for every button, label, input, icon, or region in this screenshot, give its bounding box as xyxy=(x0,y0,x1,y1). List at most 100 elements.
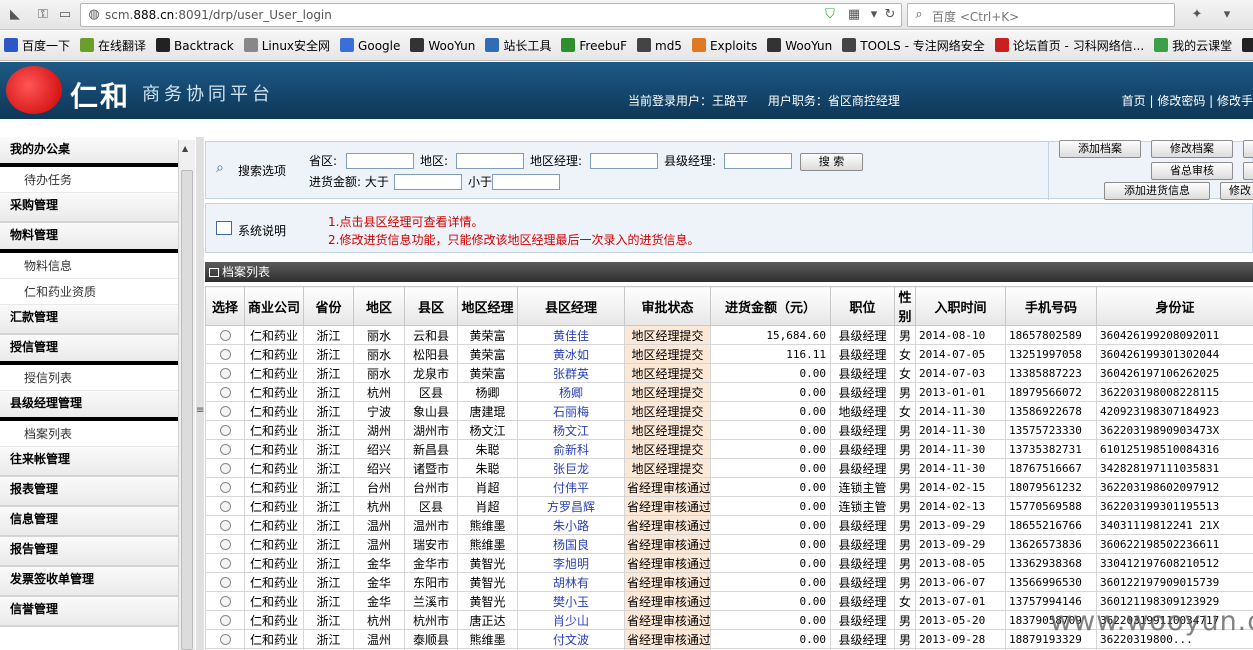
row-radio[interactable] xyxy=(219,425,231,436)
down-arrow-icon[interactable]: ▾ xyxy=(1218,6,1236,24)
sidebar-section[interactable]: 信誉管理 xyxy=(0,597,178,627)
edit-purchase-button[interactable]: 修改 xyxy=(1220,182,1253,200)
province-review-button[interactable]: 省总审核 xyxy=(1151,162,1233,180)
bookmark-item[interactable]: fenby | 免 xyxy=(1238,31,1253,60)
table-cell[interactable]: 付伟平 xyxy=(517,477,625,497)
table-row[interactable]: 仁和药业 浙江 温州 温州市 熊维墨 朱小路 省经理审核通过 0.00 县级经理男 2013-09… xyxy=(205,515,1253,535)
table-row[interactable]: 仁和药业 浙江 台州 台州市 肖超 付伟平 省经理审核通过 0.00 连锁主管男 2014-02-… xyxy=(205,477,1253,497)
table-cell[interactable]: 黄佳佳 xyxy=(517,325,625,345)
sidebar-section[interactable]: 报告管理 xyxy=(0,537,178,567)
more-button[interactable] xyxy=(1243,140,1253,158)
address-bar[interactable]: ◍ scm.888.cn:8091/drp/user_User_login ⛉ … xyxy=(80,3,902,27)
table-row[interactable]: 仁和药业 浙江 金华 东阳市 黄智光 胡林有 省经理审核通过 0.00 县级经理男 2013-06… xyxy=(205,572,1253,592)
table-row[interactable]: 仁和药业 浙江 绍兴 诸暨市 朱聪 张巨龙 地区经理提交 0.00 县级经理男 2014-11-3… xyxy=(205,458,1253,478)
table-cell[interactable]: 肖少山 xyxy=(517,610,625,630)
bookmark-item[interactable]: 我的云课堂 xyxy=(1150,31,1232,60)
table-row[interactable]: 仁和药业 浙江 温州 瑞安市 熊维墨 杨国良 省经理审核通过 0.00 县级经理男 2013-09… xyxy=(205,534,1253,554)
qrcode-icon[interactable]: ▦ xyxy=(845,6,863,24)
sidebar-section[interactable]: 物料管理 xyxy=(0,223,178,253)
sidebar-item[interactable]: 待办任务 xyxy=(0,167,178,193)
scroll-up-icon[interactable]: ▲ xyxy=(182,144,188,153)
row-radio[interactable] xyxy=(219,349,231,360)
bookmark-item[interactable]: TOOLS - 专注网络安全 xyxy=(838,31,985,60)
bookmark-item[interactable]: WooYun xyxy=(406,31,475,60)
region-manager-input[interactable] xyxy=(590,153,658,169)
table-cell[interactable]: 杨国良 xyxy=(517,534,625,554)
table-row[interactable]: 仁和药业 浙江 丽水 龙泉市 黄荣富 张群英 地区经理提交 0.00 县级经理女 2014-07-… xyxy=(205,363,1253,383)
region-input[interactable] xyxy=(456,153,524,169)
sidebar-section[interactable]: 往来帐管理 xyxy=(0,447,178,477)
table-cell[interactable]: 付文波 xyxy=(517,629,625,649)
sidebar-section[interactable]: 采购管理 xyxy=(0,193,178,223)
table-row[interactable]: 仁和药业 浙江 杭州 区县 杨卿 杨卿 地区经理提交 0.00 县级经理男 2013-01-01 1… xyxy=(205,382,1253,402)
table-cell[interactable]: 胡林有 xyxy=(517,572,625,592)
table-row[interactable]: 仁和药业 浙江 金华 金华市 黄智光 李旭明 省经理审核通过 0.00 县级经理男 2013-08… xyxy=(205,553,1253,573)
table-row[interactable]: 仁和药业 浙江 丽水 云和县 黄荣富 黄佳佳 地区经理提交 15,684.60 县级经理男 201… xyxy=(205,325,1253,345)
row-radio[interactable] xyxy=(219,520,231,531)
bookmark-item[interactable]: Google xyxy=(336,31,400,60)
bookmark-item[interactable]: Linux安全网 xyxy=(240,31,330,60)
more-button-2[interactable] xyxy=(1243,162,1253,180)
table-row[interactable]: 仁和药业 浙江 绍兴 新昌县 朱聪 俞新科 地区经理提交 0.00 县级经理男 2014-11-3… xyxy=(205,439,1253,459)
county-manager-input[interactable] xyxy=(724,153,792,169)
sidebar-section[interactable]: 授信管理 xyxy=(0,335,178,365)
bookmark-item[interactable]: 站长工具 xyxy=(481,31,551,60)
amount-min-input[interactable] xyxy=(394,174,462,190)
row-radio[interactable] xyxy=(219,634,231,645)
row-radio[interactable] xyxy=(219,501,231,512)
row-radio[interactable] xyxy=(219,444,231,455)
amount-max-input[interactable] xyxy=(492,174,560,190)
sidebar-item[interactable]: 授信列表 xyxy=(0,365,178,391)
table-cell[interactable]: 朱小路 xyxy=(517,515,625,535)
table-row[interactable]: 仁和药业 浙江 宁波 象山县 唐建琨 石丽梅 地区经理提交 0.00 地级经理女 2014-11-… xyxy=(205,401,1253,421)
sidebar-section[interactable]: 信息管理 xyxy=(0,507,178,537)
sidebar-section[interactable]: 县级经理管理 xyxy=(0,391,178,421)
row-radio[interactable] xyxy=(219,387,231,398)
table-cell[interactable]: 张巨龙 xyxy=(517,458,625,478)
table-cell[interactable]: 杨卿 xyxy=(517,382,625,402)
search-button[interactable]: 搜 索 xyxy=(800,153,863,171)
splitter[interactable]: ≡ xyxy=(196,137,204,650)
sidebar-item[interactable]: 档案列表 xyxy=(0,421,178,447)
page-icon[interactable]: ▭ xyxy=(56,6,74,24)
bookmark-item[interactable]: FreebuF xyxy=(557,31,627,60)
province-input[interactable] xyxy=(346,153,414,169)
key-icon[interactable]: ⚿ xyxy=(34,6,52,24)
row-radio[interactable] xyxy=(219,577,231,588)
table-cell[interactable]: 李旭明 xyxy=(517,553,625,573)
sidebar-item[interactable]: 仁和药业资质 xyxy=(0,279,178,305)
row-radio[interactable] xyxy=(219,558,231,569)
top-links[interactable]: 首页 | 修改密码 | 修改手 xyxy=(1122,92,1253,109)
table-cell[interactable]: 方罗昌辉 xyxy=(517,496,625,516)
sidebar-section[interactable]: 报表管理 xyxy=(0,477,178,507)
bookmark-item[interactable]: Exploits xyxy=(688,31,757,60)
table-row[interactable]: 仁和药业 浙江 丽水 松阳县 黄荣富 黄冰如 地区经理提交 116.11 县级经理女 2014-0… xyxy=(205,344,1253,364)
menu-icon[interactable]: ◣ xyxy=(6,6,24,24)
table-cell[interactable]: 黄冰如 xyxy=(517,344,625,364)
row-radio[interactable] xyxy=(219,596,231,607)
sidebar-section[interactable]: 汇款管理 xyxy=(0,305,178,335)
row-radio[interactable] xyxy=(219,615,231,626)
table-cell[interactable]: 樊小玉 xyxy=(517,591,625,611)
row-radio[interactable] xyxy=(219,463,231,474)
extension-icon[interactable]: ✦ xyxy=(1188,6,1206,24)
sidebar-item[interactable]: 物料信息 xyxy=(0,253,178,279)
row-radio[interactable] xyxy=(219,368,231,379)
table-row[interactable]: 仁和药业 浙江 杭州 区县 肖超 方罗昌辉 省经理审核通过 0.00 连锁主管男 2014-02-… xyxy=(205,496,1253,516)
sidebar-section[interactable]: 我的办公桌 xyxy=(0,137,178,167)
bookmark-item[interactable]: md5 xyxy=(633,31,682,60)
row-radio[interactable] xyxy=(219,406,231,417)
bookmark-item[interactable]: 论坛首页 - 习科网络信... xyxy=(991,31,1144,60)
row-radio[interactable] xyxy=(219,482,231,493)
bookmark-item[interactable]: Backtrack xyxy=(152,31,234,60)
table-cell[interactable]: 石丽梅 xyxy=(517,401,625,421)
shield-icon[interactable]: ⛉ xyxy=(821,6,839,24)
add-archive-button[interactable]: 添加档案 xyxy=(1059,140,1141,158)
table-row[interactable]: 仁和药业 浙江 湖州 湖州市 杨文江 杨文江 地区经理提交 0.00 县级经理男 2014-11-… xyxy=(205,420,1253,440)
browser-search-box[interactable]: ⌕ 百度 <Ctrl+K> xyxy=(907,3,1175,27)
add-purchase-button[interactable]: 添加进货信息 xyxy=(1104,182,1210,200)
sidebar-scrollbar[interactable]: ▲ xyxy=(178,140,195,650)
table-cell[interactable]: 张群英 xyxy=(517,363,625,383)
scrollbar-thumb[interactable] xyxy=(181,170,193,650)
edit-archive-button[interactable]: 修改档案 xyxy=(1151,140,1233,158)
